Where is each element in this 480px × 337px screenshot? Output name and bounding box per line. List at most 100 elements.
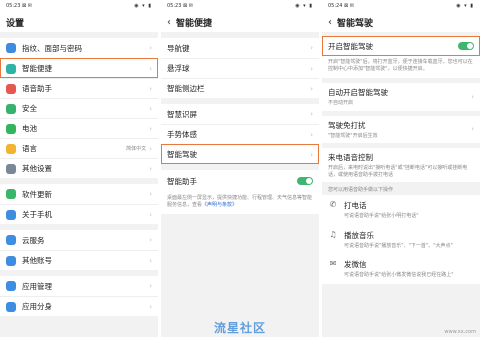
- voice-command-title: 打电话: [344, 201, 367, 210]
- watermark: 流星社区: [214, 321, 267, 335]
- chevron-right-icon: ›: [149, 282, 152, 290]
- terms-link[interactable]: 《声明与条款》: [202, 202, 237, 208]
- settings-item[interactable]: 语言 简体中文 ›: [0, 138, 158, 158]
- settings-item[interactable]: 安全 ›: [0, 98, 158, 118]
- settings-item[interactable]: 关于手机 ›: [0, 204, 158, 224]
- settings-item[interactable]: 电池 ›: [0, 118, 158, 138]
- chevron-right-icon: ›: [149, 236, 152, 244]
- enable-smart-driving-row[interactable]: 开启智能驾驶: [322, 36, 480, 56]
- chevron-right-icon: ›: [149, 124, 152, 133]
- settings-item-label: 电池: [22, 124, 37, 133]
- settings-item[interactable]: 悬浮球 ›: [161, 58, 319, 78]
- settings-item-label: 软件更新: [22, 189, 52, 199]
- settings-item[interactable]: 应用管理 ›: [0, 276, 158, 296]
- chevron-right-icon: ›: [310, 44, 313, 52]
- chevron-right-icon: ›: [310, 84, 313, 93]
- voice-command-text: 发微信 可说语音助手说"给张小微发微信说我已经在路上": [344, 259, 454, 279]
- settings-item[interactable]: 语音助手 ›: [0, 78, 158, 98]
- settings-item-label: 智慧识屏: [167, 109, 197, 119]
- back-arrow-icon[interactable]: ‹: [167, 17, 171, 28]
- voice-command-item: ♫ 播放音乐可说语音助手说"播放音乐"、"下一首"、"大声点": [322, 224, 480, 254]
- settings-item-label: 安全: [22, 104, 37, 113]
- settings-group: 导航键 › 悬浮球 › 智能侧边栏 ›: [161, 38, 319, 98]
- smart-assistant-toggle[interactable]: [297, 177, 313, 185]
- about-icon: [6, 209, 16, 220]
- auto-enable-value: 不自动开启: [328, 100, 354, 106]
- driving-dnd-title: 驾驶免打扰: [328, 120, 366, 130]
- wechat-icon: ✉: [329, 259, 337, 268]
- settings-item[interactable]: 其他设置 ›: [0, 158, 158, 178]
- settings-item[interactable]: 手势体感 ›: [161, 124, 319, 144]
- page-title: 智能便捷: [176, 18, 213, 29]
- app-manage-icon: [6, 281, 16, 291]
- watermark-url: www.xx.com: [444, 329, 476, 335]
- enable-smart-driving-description: 开启"智能驾驶"后，将打开蓝牙，便于连接车载蓝牙。您也可以在控制中心中添加"智能…: [322, 56, 480, 78]
- more-settings-icon: [6, 163, 16, 174]
- voice-command-title: 播放音乐: [344, 230, 374, 240]
- smart-icon: [6, 63, 16, 74]
- settings-item[interactable]: 智能侧边栏 ›: [161, 78, 319, 98]
- smart-convenience-panel: 05:23 ⊠ ✉ ◉ ▾ ▮ ‹ 智能便捷 导航键 › 悬浮球 › 智能侧边栏 › 智慧识…: [161, 0, 319, 337]
- settings-group: 云服务 › 其他账号 ›: [0, 230, 158, 270]
- page-title: 设置: [0, 12, 158, 32]
- voice-command-title: 发微信: [344, 260, 367, 269]
- update-icon: [6, 189, 16, 199]
- settings-item[interactable]: 智慧识屏 ›: [161, 104, 319, 124]
- settings-item[interactable]: 导航键 ›: [161, 38, 319, 58]
- chevron-right-icon: ›: [471, 125, 474, 134]
- voice-command-text: 打电话 可说语音助手说"给张小明打电话": [344, 200, 419, 220]
- status-bar: 05:23 ⊠ ✉ ◉ ▾ ▮: [0, 0, 158, 12]
- status-time: 05:23 ⊠ ✉: [167, 3, 193, 9]
- settings-item-label: 导航键: [167, 43, 190, 53]
- music-icon: ♫: [329, 229, 337, 239]
- settings-item[interactable]: 指纹、面部与密码 ›: [0, 38, 158, 58]
- call-voice-control-subtitle: 开启后，来电时说出"接听电话"或"挂断电话"可以接听或挂断电话，或使用语音助手拨…: [328, 165, 468, 178]
- status-bar: 05:23 ⊠ ✉ ◉ ▾ ▮: [161, 0, 319, 12]
- call-voice-control-title: 来电语音控制: [328, 153, 373, 162]
- enable-smart-driving-toggle[interactable]: [458, 42, 474, 50]
- settings-item[interactable]: 云服务 ›: [0, 230, 158, 250]
- voice-assistant-hint: 您可以用语音助手做以下操作: [328, 187, 394, 193]
- settings-item[interactable]: 智能便捷 ›: [0, 58, 158, 78]
- settings-item-label: 手势体感: [167, 130, 197, 139]
- voice-command-example: 可说语音助手说"播放音乐"、"下一首"、"大声点": [344, 242, 453, 249]
- auto-enable-row[interactable]: 自动开启智能驾驶 不自动开启 ›: [322, 83, 480, 111]
- page-title: 智能驾驶: [337, 18, 374, 29]
- settings-item[interactable]: 智能驾驶 ›: [161, 144, 319, 164]
- status-time: 05:24 ⊠ ✉: [328, 3, 354, 9]
- chevron-right-icon: ›: [149, 190, 152, 198]
- settings-item-label: 智能便捷: [22, 64, 52, 73]
- settings-group: 应用管理 › 应用分身 ›: [0, 276, 158, 316]
- settings-item-label: 指纹、面部与密码: [22, 43, 82, 53]
- chevron-right-icon: ›: [310, 130, 313, 139]
- smart-assistant-toggle-row[interactable]: 智能助手: [161, 170, 319, 192]
- settings-item[interactable]: 应用分身 ›: [0, 296, 158, 316]
- settings-group: 指纹、面部与密码 › 智能便捷 › 语音助手 › 安全 › 电池 › 语言 简体中文 › 其他设置 ›: [0, 38, 158, 178]
- settings-item-label: 其他账号: [22, 256, 52, 265]
- status-icons: ◉ ▾ ▮: [295, 3, 313, 9]
- settings-group: 软件更新 › 关于手机 ›: [0, 184, 158, 224]
- smart-assistant-description: 桌面最左侧一屏显示，提供快捷功能、行程管理、天气信息等智能服务信息，查看《声明与…: [161, 192, 319, 214]
- voice-command-text: 播放音乐可说语音助手说"播放音乐"、"下一首"、"大声点": [344, 230, 453, 250]
- chevron-right-icon: ›: [149, 44, 152, 52]
- chevron-right-icon: ›: [149, 302, 152, 311]
- settings-item[interactable]: 其他账号 ›: [0, 250, 158, 270]
- settings-item-label: 应用管理: [22, 281, 52, 291]
- cloud-icon: [6, 235, 16, 245]
- back-arrow-icon[interactable]: ‹: [328, 17, 332, 28]
- settings-item-label: 语音助手: [22, 84, 52, 93]
- settings-item-label: 语言: [22, 144, 37, 153]
- chevron-right-icon: ›: [310, 64, 313, 73]
- smart-assistant-desc-text: 桌面最左侧一屏显示，提供快捷功能、行程管理、天气信息等智能服务信息，查看: [167, 195, 313, 208]
- call-voice-control-row[interactable]: 来电语音控制 开启后，来电时说出"接听电话"或"挂断电话"可以接听或挂断电话，或…: [322, 148, 480, 182]
- account-icon: [6, 255, 16, 266]
- battery-icon: [6, 123, 16, 134]
- chevron-right-icon: ›: [310, 110, 313, 118]
- chevron-right-icon: ›: [149, 104, 152, 113]
- voice-command-item: ✉ 发微信 可说语音助手说"给张小微发微信说我已经在路上": [322, 254, 480, 284]
- settings-item-value: 简体中文: [126, 146, 147, 152]
- status-icons: ◉ ▾ ▮: [456, 3, 474, 9]
- driving-dnd-row[interactable]: 驾驶免打扰 "智能驾驶"开启后生效 ›: [322, 115, 480, 143]
- settings-item[interactable]: 软件更新 ›: [0, 184, 158, 204]
- chevron-right-icon: ›: [149, 84, 152, 93]
